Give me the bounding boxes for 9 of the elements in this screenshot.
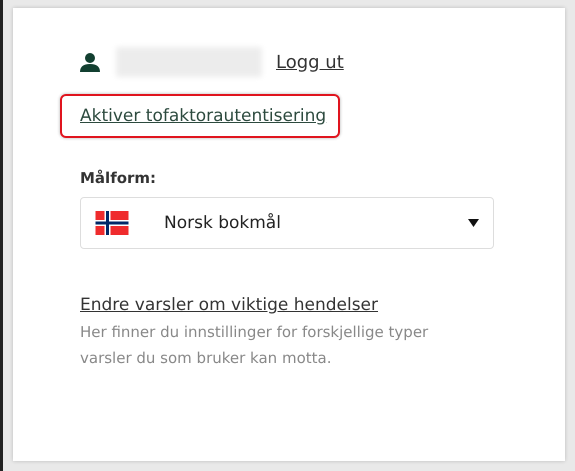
flag-icon (95, 211, 129, 235)
logout-link[interactable]: Logg ut (276, 52, 344, 72)
language-select[interactable]: Norsk bokmål (80, 197, 494, 249)
person-icon (80, 52, 100, 72)
language-label: Målform: (80, 169, 158, 187)
caret-icon (468, 219, 479, 227)
notifications-description: Her finner du innstillinger for forskjellige typer varsler du som bruker kan motta. (80, 322, 430, 369)
two-factor-link[interactable]: Aktiver tofaktorautentisering (80, 106, 326, 126)
notifications-link[interactable]: Endre varsler om viktige hendelser (80, 295, 378, 315)
